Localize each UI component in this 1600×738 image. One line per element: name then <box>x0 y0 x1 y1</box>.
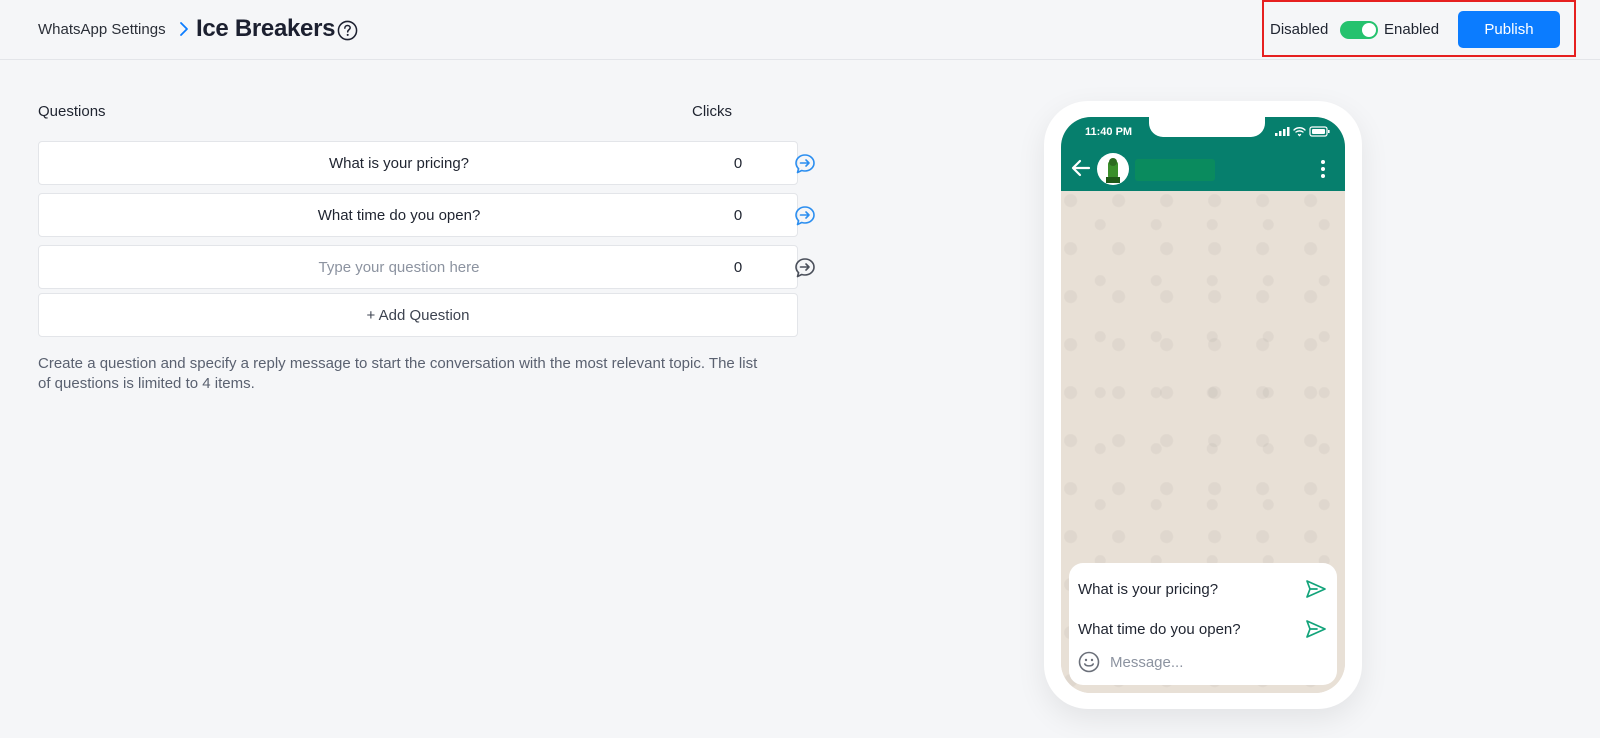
more-vertical-icon[interactable] <box>1319 159 1327 179</box>
column-header-clicks: Clicks <box>692 103 732 120</box>
add-question-button[interactable]: + Add Question <box>38 293 798 337</box>
chat-header: 11:40 PM <box>1061 117 1345 191</box>
emoji-icon[interactable] <box>1078 651 1100 673</box>
send-icon[interactable] <box>1305 619 1327 639</box>
toggle-knob <box>1362 23 1376 37</box>
toggle-off-label: Disabled <box>1270 21 1329 38</box>
send-icon[interactable] <box>1305 579 1327 599</box>
help-text: Create a question and specify a reply me… <box>38 354 798 394</box>
page-title: Ice Breakers <box>196 15 336 42</box>
phone-screen: 11:40 PM What is your pricing? What time… <box>1061 117 1345 693</box>
chevron-right-icon <box>180 22 188 36</box>
reply-message-icon[interactable] <box>794 153 816 175</box>
ice-breakers-panel: What is your pricing? What time do you o… <box>1069 563 1337 685</box>
question-row[interactable]: What is your pricing? 0 <box>38 141 815 185</box>
click-count: 0 <box>733 259 743 276</box>
page-header: WhatsApp Settings Ice Breakers Disabled … <box>0 0 1600 60</box>
toggle-on-label: Enabled <box>1384 21 1440 38</box>
question-text[interactable]: What is your pricing? <box>39 155 759 172</box>
status-time: 11:40 PM <box>1085 126 1133 138</box>
question-row[interactable]: What time do you open? 0 <box>38 193 815 237</box>
ice-breaker-item[interactable]: What is your pricing? <box>1078 581 1218 598</box>
phone-notch <box>1149 117 1265 137</box>
breadcrumb-whatsapp-settings[interactable]: WhatsApp Settings <box>38 21 166 38</box>
column-header-questions: Questions <box>38 103 106 120</box>
reply-message-icon[interactable] <box>794 257 816 279</box>
enable-toggle[interactable] <box>1340 21 1378 39</box>
back-arrow-icon[interactable] <box>1071 159 1091 177</box>
help-icon[interactable] <box>337 20 358 41</box>
publish-button[interactable]: Publish <box>1458 11 1560 48</box>
help-text-line: of questions is limited to 4 items. <box>38 375 255 392</box>
contact-name <box>1135 159 1215 181</box>
question-input-placeholder[interactable]: Type your question here <box>39 259 759 276</box>
status-bar-icons <box>1275 126 1330 137</box>
avatar-image <box>1106 158 1120 183</box>
ice-breaker-item[interactable]: What time do you open? <box>1078 621 1241 638</box>
reply-message-icon[interactable] <box>794 205 816 227</box>
contact-avatar[interactable] <box>1097 153 1129 185</box>
help-text-line: Create a question and specify a reply me… <box>38 355 758 372</box>
question-text[interactable]: What time do you open? <box>39 207 759 224</box>
message-input[interactable]: Message... <box>1110 654 1183 671</box>
question-row[interactable]: Type your question here 0 <box>38 245 815 289</box>
click-count: 0 <box>733 155 743 172</box>
click-count: 0 <box>733 207 743 224</box>
